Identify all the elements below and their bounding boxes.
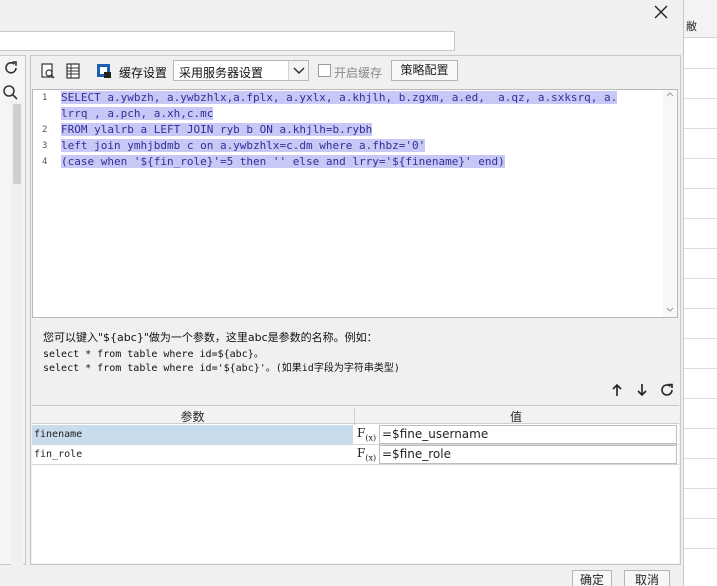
strategy-config-button[interactable]: 策略配置 <box>391 60 458 81</box>
formula-x: (x) <box>365 453 377 463</box>
line-number: 2 <box>42 125 48 135</box>
selected-code: (case when '${fin_role}'=5 then '' else … <box>61 155 505 168</box>
grid-line <box>684 278 717 279</box>
line-number: 4 <box>42 157 48 167</box>
table-row[interactable]: fin_role F(x) =$fine_role <box>32 445 679 465</box>
selected-code: lrrq , a.pch, a.xh,c.mc <box>61 107 214 120</box>
grid-line <box>684 548 717 549</box>
ok-button[interactable]: 确定 <box>572 570 612 586</box>
grid-line <box>684 128 717 129</box>
cache-settings-icon[interactable] <box>95 62 113 80</box>
refresh-params-icon[interactable] <box>659 382 675 398</box>
grid-line <box>684 158 717 159</box>
server-setting-value: 采用服务器设置 <box>179 66 264 80</box>
server-setting-select[interactable]: 采用服务器设置 <box>173 60 309 81</box>
tree-scrollbar-thumb[interactable] <box>13 104 21 184</box>
param-hint-example: select * from table where id=${abc}。 <box>43 349 264 360</box>
grid-line <box>684 428 717 429</box>
grid-line <box>684 218 717 219</box>
grid-line <box>684 518 717 519</box>
sql-dataset-dialog: 缓存设置 采用服务器设置 开启缓存 策略配置 1 2 3 4 SELECT a.… <box>0 0 683 586</box>
formula-icon[interactable]: F(x) <box>355 425 377 444</box>
grid-line <box>684 68 717 69</box>
line-number: 3 <box>42 141 48 151</box>
cancel-button[interactable]: 取消 <box>624 570 670 586</box>
formula-icon[interactable]: F(x) <box>355 445 377 464</box>
grid-line <box>684 398 717 399</box>
grid-line <box>684 188 717 189</box>
preview-icon[interactable] <box>39 62 57 80</box>
selected-code: FROM ylalrb a LEFT JOIN ryb b ON a.khjlh… <box>61 123 373 136</box>
sql-editor-panel: 缓存设置 采用服务器设置 开启缓存 策略配置 1 2 3 4 SELECT a.… <box>30 55 681 565</box>
editor-toolbar: 缓存设置 采用服务器设置 开启缓存 策略配置 <box>31 56 680 86</box>
arrow-down-icon[interactable] <box>634 382 650 398</box>
grid-line <box>684 458 717 459</box>
selected-code: SELECT a.ywbzh, a.ywbzhlx,a.fplx, a.yxlx… <box>61 91 618 104</box>
grid-line <box>684 308 717 309</box>
param-value-field[interactable]: =$fine_username <box>379 425 677 444</box>
param-hint-line: 您可以键入"${abc}"做为一个参数，这里abc是参数的名称。例如： <box>43 331 378 344</box>
table-icon[interactable] <box>64 62 82 80</box>
chevron-down-icon[interactable] <box>288 61 308 80</box>
arrow-up-icon[interactable] <box>609 382 625 398</box>
param-hint-example: select * from table where id='${abc}'。(如… <box>43 363 400 374</box>
code-line: lrrq , a.pch, a.xh,c.mc <box>61 106 214 122</box>
param-value-field[interactable]: =$fine_role <box>379 445 677 464</box>
sql-editor[interactable]: 1 2 3 4 SELECT a.ywbzh, a.ywbzhlx,a.fplx… <box>32 89 678 318</box>
search-icon[interactable] <box>1 83 21 101</box>
enable-cache-label: 开启缓存 <box>334 66 383 80</box>
dataset-name-field[interactable] <box>0 31 455 51</box>
code-line: SELECT a.ywbzh, a.ywbzhlx,a.fplx, a.yxlx… <box>61 90 618 106</box>
background-column-header: 敝 <box>684 0 717 38</box>
code-line: FROM ylalrb a LEFT JOIN ryb b ON a.khjlh… <box>61 122 373 138</box>
code-line: (case when '${fin_role}'=5 then '' else … <box>61 154 505 170</box>
cache-settings-label: 缓存设置 <box>119 66 168 80</box>
params-table-header: 参数 值 <box>32 406 679 425</box>
grid-line <box>684 338 717 339</box>
column-header-value: 值 <box>354 408 677 425</box>
enable-cache-checkbox[interactable] <box>318 64 331 77</box>
param-name[interactable]: finename <box>32 425 353 444</box>
datasource-panel <box>0 55 26 571</box>
param-name[interactable]: fin_role <box>32 445 353 464</box>
refresh-icon[interactable] <box>2 59 20 77</box>
grid-line <box>684 368 717 369</box>
close-icon[interactable] <box>650 3 672 23</box>
grid-line <box>684 488 717 489</box>
grid-line <box>684 98 717 99</box>
params-table: 参数 值 finename F(x) =$fine_username fin_r… <box>32 405 679 563</box>
column-header-param: 参数 <box>180 410 205 424</box>
line-number: 1 <box>42 93 48 103</box>
grid-line <box>684 248 717 249</box>
selected-code: left join ymhjbdmb c on a.ywbzhlx=c.dm w… <box>61 139 426 152</box>
formula-x: (x) <box>365 433 377 443</box>
table-row[interactable]: finename F(x) =$fine_username <box>32 425 679 445</box>
editor-scrollbar[interactable] <box>663 90 677 317</box>
background-window: 敝 <box>683 0 717 586</box>
code-line: left join ymhjbdmb c on a.ywbzhlx=c.dm w… <box>61 138 426 154</box>
